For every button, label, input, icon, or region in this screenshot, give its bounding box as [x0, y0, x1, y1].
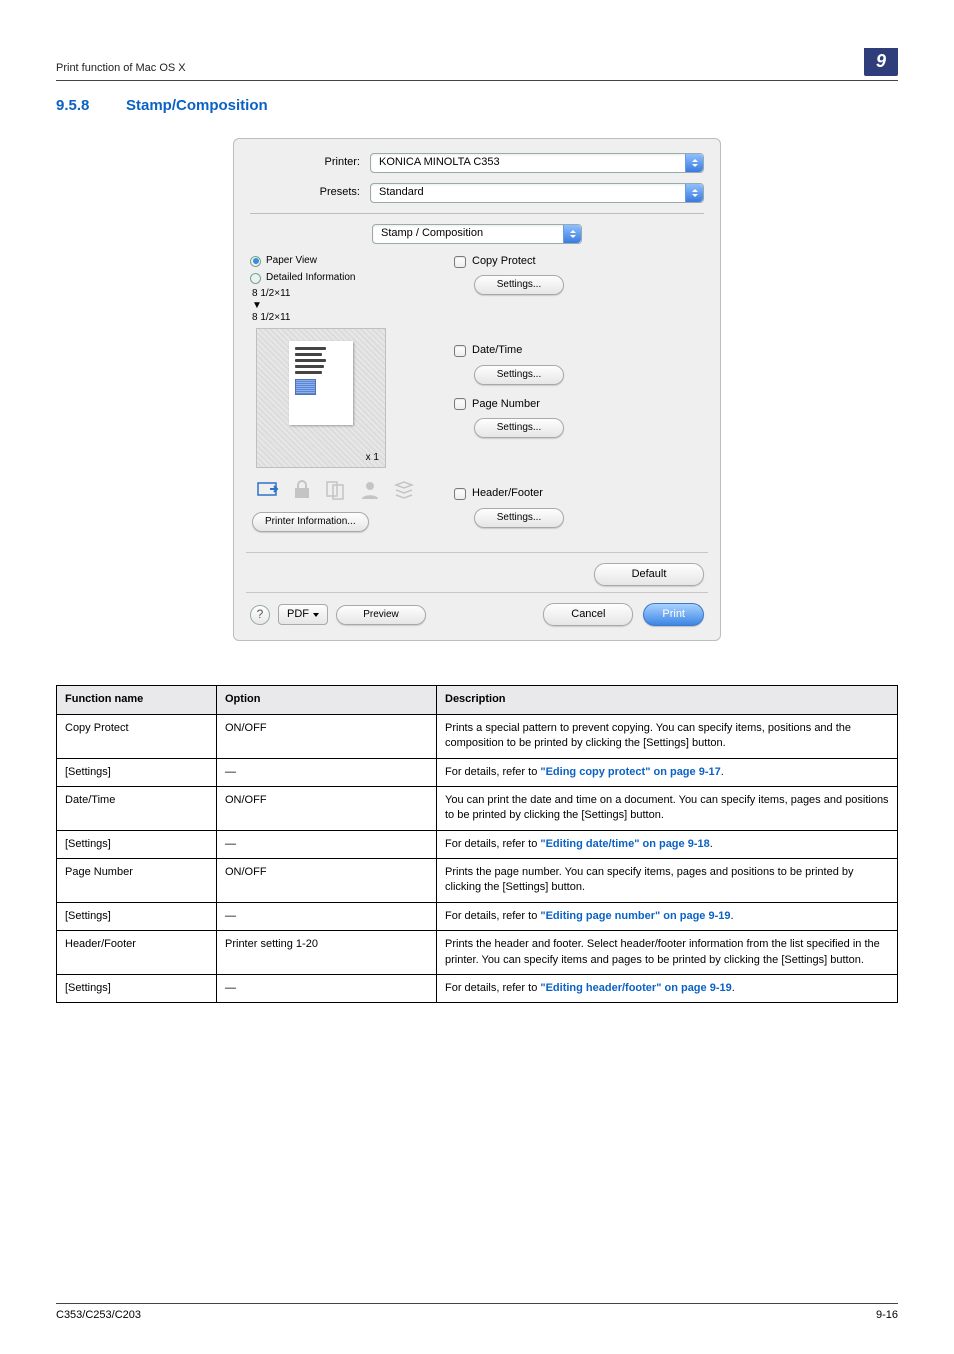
printer-information-button[interactable]: Printer Information...: [252, 512, 369, 532]
link-eding-copy-protect[interactable]: "Eding copy protect" on page 9-17: [540, 766, 720, 778]
link-editing-header-footer[interactable]: "Editing header/footer" on page 9-19: [540, 982, 731, 994]
divider: [250, 213, 704, 214]
lock-icon: [288, 478, 316, 502]
preview-button[interactable]: Preview: [336, 605, 426, 625]
link-editing-page-number[interactable]: "Editing page number" on page 9-19: [540, 910, 730, 922]
printer-label: Printer:: [250, 155, 370, 170]
running-head: Print function of Mac OS X: [56, 61, 186, 76]
printer-value: KONICA MINOLTA C353: [379, 155, 500, 170]
checkbox-label: Copy Protect: [472, 254, 536, 269]
table-row: [Settings] — For details, refer to "Edin…: [57, 758, 898, 786]
copy-protect-settings-button[interactable]: Settings...: [474, 275, 564, 295]
table-header: Description: [437, 686, 898, 714]
model-number: C353/C253/C203: [56, 1308, 141, 1323]
presets-select[interactable]: Standard: [370, 183, 704, 203]
page-number-checkbox[interactable]: Page Number: [454, 397, 704, 412]
page-number: 9-16: [876, 1308, 898, 1323]
radio-icon: [250, 256, 261, 267]
chapter-badge: 9: [864, 48, 898, 76]
radio-detailed-info[interactable]: Detailed Information: [250, 271, 430, 285]
checkbox-icon: [454, 488, 466, 500]
table-row: Copy Protect ON/OFF Prints a special pat…: [57, 714, 898, 758]
header-footer-checkbox[interactable]: Header/Footer: [454, 486, 704, 501]
section-number: 9.5.8: [56, 95, 126, 116]
page-footer: C353/C253/C203 9-16: [56, 1303, 898, 1323]
page-header: Print function of Mac OS X 9: [56, 48, 898, 81]
cancel-button[interactable]: Cancel: [543, 603, 633, 626]
table-row: Header/Footer Printer setting 1-20 Print…: [57, 931, 898, 975]
printer-select[interactable]: KONICA MINOLTA C353: [370, 153, 704, 173]
paper-preview: x 1: [256, 328, 386, 468]
table-header: Function name: [57, 686, 217, 714]
options-table: Function name Option Description Copy Pr…: [56, 685, 898, 1003]
duplex-icon: [322, 478, 350, 502]
section-heading: 9.5.8Stamp/Composition: [56, 95, 898, 116]
panel-value: Stamp / Composition: [381, 226, 483, 241]
header-footer-settings-button[interactable]: Settings...: [474, 508, 564, 528]
checkbox-label: Page Number: [472, 397, 540, 412]
checkbox-icon: [454, 345, 466, 357]
stack-icon: [390, 478, 418, 502]
page-number-settings-button[interactable]: Settings...: [474, 418, 564, 438]
default-button[interactable]: Default: [594, 563, 704, 586]
help-button[interactable]: ?: [250, 605, 270, 625]
checkbox-label: Header/Footer: [472, 486, 543, 501]
date-time-checkbox[interactable]: Date/Time: [454, 343, 704, 358]
radio-label: Paper View: [266, 254, 317, 268]
divider: [246, 592, 708, 593]
link-editing-date-time[interactable]: "Editing date/time" on page 9-18: [540, 838, 709, 850]
radio-label: Detailed Information: [266, 271, 356, 285]
chevron-down-icon: [685, 184, 703, 202]
section-title: Stamp/Composition: [126, 97, 268, 114]
pdf-menu-button[interactable]: PDF: [278, 604, 328, 625]
copy-protect-checkbox[interactable]: Copy Protect: [454, 254, 704, 269]
paper-sizes: 8 1/2×11 ▼ 8 1/2×11: [252, 288, 430, 324]
chevron-down-icon: [563, 225, 581, 243]
divider: [246, 552, 708, 553]
chevron-down-icon: [313, 613, 319, 617]
table-row: [Settings] — For details, refer to "Edit…: [57, 830, 898, 858]
table-row: Date/Time ON/OFF You can print the date …: [57, 786, 898, 830]
date-time-settings-button[interactable]: Settings...: [474, 365, 564, 385]
table-row: [Settings] — For details, refer to "Edit…: [57, 902, 898, 930]
printer-status-icon[interactable]: [254, 478, 282, 502]
table-row: Page Number ON/OFF Prints the page numbe…: [57, 859, 898, 903]
print-button[interactable]: Print: [643, 603, 704, 626]
copies-indicator: x 1: [366, 451, 379, 465]
presets-label: Presets:: [250, 185, 370, 200]
checkbox-label: Date/Time: [472, 343, 522, 358]
print-dialog: Printer: KONICA MINOLTA C353 Presets: St…: [233, 138, 721, 641]
checkbox-icon: [454, 256, 466, 268]
table-row: [Settings] — For details, refer to "Edit…: [57, 975, 898, 1003]
chevron-down-icon: [685, 154, 703, 172]
checkbox-icon: [454, 398, 466, 410]
panel-select[interactable]: Stamp / Composition: [372, 224, 582, 244]
radio-icon: [250, 273, 261, 284]
radio-paper-view[interactable]: Paper View: [250, 254, 430, 268]
presets-value: Standard: [379, 185, 424, 200]
table-header: Option: [217, 686, 437, 714]
user-icon: [356, 478, 384, 502]
